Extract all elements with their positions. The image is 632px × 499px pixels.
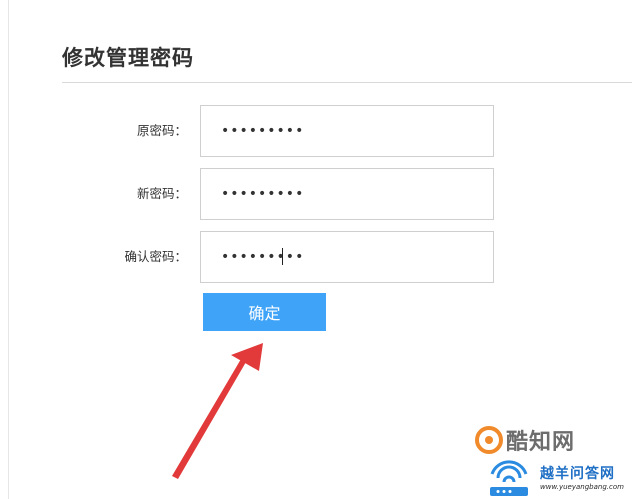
kuzhi-logo-icon <box>475 426 503 454</box>
change-admin-password-page: 修改管理密码 原密码： 新密码： 确认密码： 确定 酷知网 <box>0 0 632 499</box>
watermark: 酷知网 越羊问答网 www.yueyangbang.com <box>470 420 632 499</box>
wifi-router-logo-icon <box>490 460 528 496</box>
watermark-url: www.yueyangbang.com <box>540 483 624 491</box>
watermark-brand-bottom: 越羊问答网 <box>540 466 615 482</box>
watermark-brand-top: 酷知网 <box>506 430 576 455</box>
